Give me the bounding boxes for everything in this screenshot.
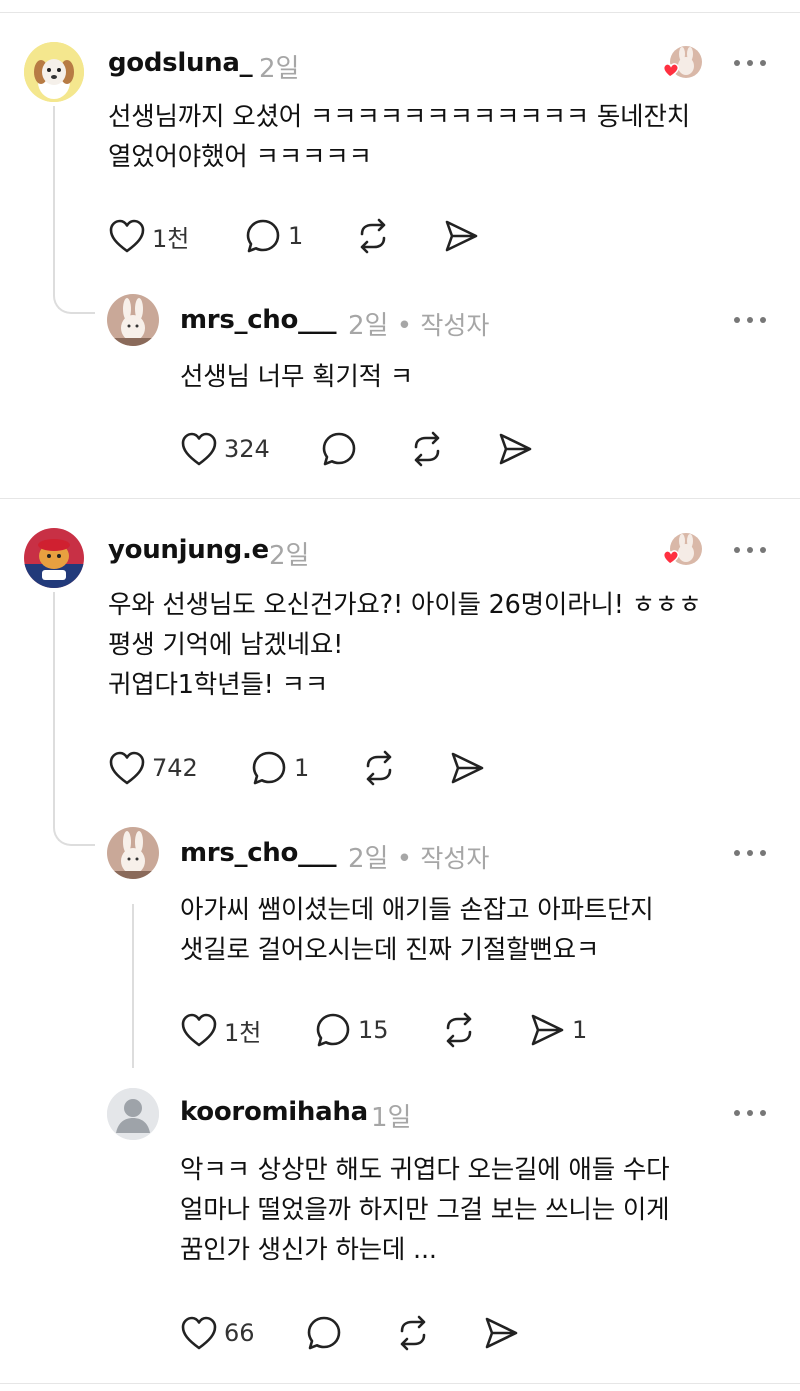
reply-text: 악ㅋㅋ 상상만 해도 귀엽다 오는길에 애들 수다 얼마나 떨었을까 하지만 그… [180, 1155, 670, 1265]
heart-outline-icon [109, 219, 145, 253]
section-divider [0, 498, 800, 499]
reply-text: 선생님 너무 획기적 ㅋ [180, 362, 414, 392]
like-count: 1천 [152, 224, 190, 253]
repost-icon [366, 750, 392, 786]
author-label: 작성자 [420, 311, 490, 340]
repost-button[interactable] [394, 1313, 432, 1353]
reply-timestamp: 2일 [348, 844, 389, 874]
heart-outline-icon [181, 1013, 217, 1047]
dog-avatar-image [24, 42, 84, 102]
reply-button[interactable]: 1 [244, 216, 303, 256]
speech-bubble-icon [316, 1013, 350, 1047]
reply-username[interactable]: mrs_cho___ [180, 838, 336, 868]
like-count: 742 [152, 754, 198, 782]
heart-outline-icon [181, 432, 217, 466]
repost-button[interactable] [354, 216, 392, 256]
author-label: 작성자 [420, 844, 490, 873]
heart-filled-icon [662, 550, 680, 565]
more-options-button[interactable] [733, 1108, 767, 1118]
reply-meta: 2일 • 작성자 [348, 838, 489, 875]
more-options-button[interactable] [733, 58, 767, 68]
reply-count: 15 [358, 1016, 389, 1044]
comment-timestamp: 2일 [269, 541, 310, 571]
reply-username[interactable]: kooromihaha [180, 1097, 368, 1127]
like-button[interactable]: 324 [180, 429, 270, 469]
like-button[interactable]: 66 [180, 1313, 255, 1353]
repost-icon [446, 1012, 472, 1048]
repost-button[interactable] [408, 429, 446, 469]
comment-text: 선생님까지 오셨어 ㅋㅋㅋㅋㅋㅋㅋㅋㅋㅋㅋㅋ 동네잔치 열었어야했어 ㅋㅋㅋㅋㅋ [108, 102, 690, 172]
meta-separator: • [396, 311, 421, 341]
speech-bubble-icon [246, 219, 280, 253]
reply-text: 아가씨 쌤이셨는데 애기들 손잡고 아파트단지 샛길로 걸어오시는데 진짜 기절… [180, 895, 654, 965]
reply-button[interactable]: 15 [314, 1010, 389, 1050]
comment-timestamp: 2일 [259, 54, 300, 84]
repost-button[interactable] [360, 748, 398, 788]
avatar[interactable] [107, 1088, 159, 1140]
send-icon [499, 433, 532, 465]
like-button[interactable]: 1천 [108, 216, 189, 256]
more-options-button[interactable] [733, 315, 767, 325]
comment-username[interactable]: younjung.e [108, 535, 269, 565]
more-options-button[interactable] [733, 848, 767, 858]
bunny-avatar-image [107, 827, 159, 879]
send-icon [445, 220, 478, 252]
liked-by-author-badge [660, 46, 706, 88]
reply-button[interactable]: 1 [250, 748, 309, 788]
comment-username[interactable]: godsluna_ [108, 48, 253, 78]
thread-connector [132, 904, 134, 1068]
share-button[interactable] [496, 429, 534, 469]
share-button[interactable] [482, 1313, 520, 1353]
reply-count: 1 [294, 754, 310, 782]
reply-username[interactable]: mrs_cho___ [180, 305, 336, 335]
meta-separator: • [396, 844, 421, 874]
send-icon [485, 1317, 518, 1349]
repost-button[interactable] [440, 1010, 478, 1050]
speech-bubble-icon [307, 1316, 341, 1350]
bunny-avatar-image [107, 294, 159, 346]
avatar[interactable] [24, 528, 84, 588]
heart-filled-icon [662, 63, 680, 78]
heart-outline-icon [181, 1316, 217, 1350]
comment-text: 우와 선생님도 오신건가요?! 아이들 26명이라니! ㅎㅎㅎ 평생 기억에 남… [108, 590, 702, 700]
liked-by-author-badge [660, 533, 706, 575]
thread-connector [53, 106, 95, 314]
author-avatar-icon [662, 46, 702, 78]
share-count: 1 [572, 1016, 588, 1044]
like-count: 1천 [224, 1018, 262, 1047]
more-options-button[interactable] [733, 545, 767, 555]
repost-icon [400, 1315, 426, 1351]
like-button[interactable]: 742 [108, 748, 198, 788]
reply-timestamp: 1일 [371, 1103, 412, 1133]
send-icon [451, 752, 484, 784]
speech-bubble-icon [252, 751, 286, 785]
share-button[interactable]: 1 [528, 1010, 587, 1050]
reply-button[interactable] [320, 429, 358, 469]
author-avatar-icon [662, 533, 702, 565]
reply-count: 1 [288, 222, 304, 250]
send-icon [531, 1014, 564, 1046]
avatar[interactable] [24, 42, 84, 102]
repost-icon [360, 218, 386, 254]
like-count: 324 [224, 435, 270, 463]
avatar[interactable] [107, 294, 159, 346]
reply-timestamp: 2일 [348, 311, 389, 341]
repost-icon [414, 431, 440, 467]
avatar[interactable] [107, 827, 159, 879]
share-button[interactable] [442, 216, 480, 256]
like-count: 66 [224, 1319, 255, 1347]
speech-bubble-icon [322, 432, 356, 466]
heart-outline-icon [109, 751, 145, 785]
reply-meta: 2일 • 작성자 [348, 305, 489, 342]
thread-connector [53, 592, 95, 846]
mascot-avatar-image [24, 528, 84, 588]
top-divider [0, 12, 800, 13]
default-user-icon [107, 1088, 159, 1140]
like-button[interactable]: 1천 [180, 1010, 261, 1050]
share-button[interactable] [448, 748, 486, 788]
bottom-divider [0, 1383, 800, 1384]
reply-button[interactable] [305, 1313, 343, 1353]
